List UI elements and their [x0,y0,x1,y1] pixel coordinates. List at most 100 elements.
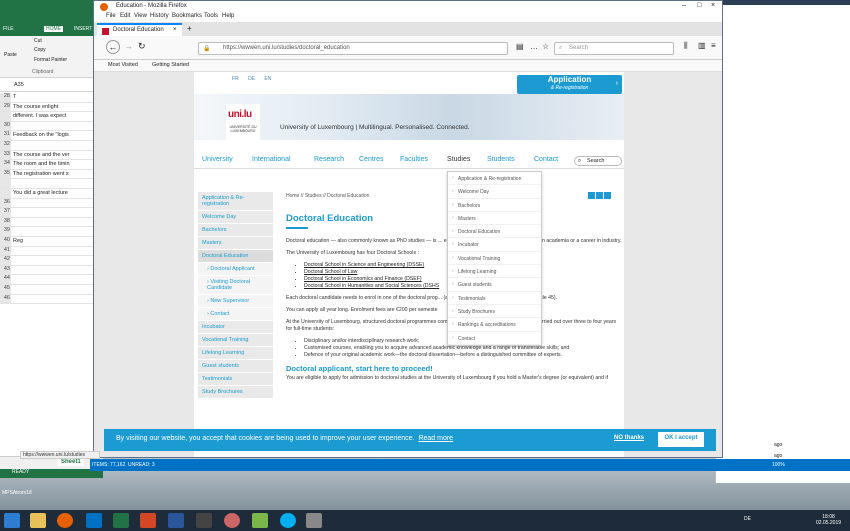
reader-view-icon[interactable]: ▤ [516,42,524,51]
search-input[interactable]: ⌕ Search [554,42,674,55]
excel-row[interactable]: 41 [0,246,103,257]
dropdown-item[interactable]: Application & Re-registration [448,172,541,186]
menu-history[interactable]: History [150,13,169,19]
excel-row[interactable]: You did a great lecture [0,189,103,199]
firefox-taskbar-icon[interactable] [57,513,73,528]
dropdown-item[interactable]: Welcome Day [448,185,541,199]
cell-value[interactable]: The course enlight [13,104,101,110]
url-bar[interactable]: 🔒 https://wwwen.uni.lu/studies/doctoral_… [198,42,508,55]
sidebar-item[interactable]: › Doctoral Applicant [198,263,273,276]
nav-students[interactable]: Students [487,156,515,163]
rss-icon[interactable] [604,192,611,199]
read-more-link[interactable]: Read more [418,435,453,442]
excel-row[interactable]: 30 [0,121,103,132]
excel-row[interactable]: 28 T [0,93,103,103]
dropdown-item[interactable]: Vocational Training [448,252,541,266]
facebook-icon[interactable] [596,192,603,199]
sidebar-item[interactable]: Masters [198,237,273,250]
cell-value[interactable]: different. I was expect [13,113,101,119]
accept-cookies-button[interactable]: OK I accept [658,432,704,447]
sidebar-item[interactable]: Welcome Day [198,211,273,224]
excel-row[interactable] [0,179,103,189]
cell-value[interactable]: Feedback on the "logis [13,132,101,138]
browser-tab[interactable]: Doctoral Education × [97,23,182,36]
name-box[interactable]: A35 [14,82,24,88]
page-actions-icon[interactable]: … [530,42,538,51]
cell-value[interactable]: The registration went s [13,171,101,177]
cell-value[interactable]: You did a great lecture [13,190,101,196]
powerpoint-taskbar-icon[interactable] [140,513,156,528]
excel-row[interactable]: 44 [0,275,103,285]
tab-file[interactable]: FILE [3,26,14,32]
file-explorer-icon[interactable] [30,513,46,528]
tab-close-icon[interactable]: × [173,27,177,33]
sidebar-item[interactable]: Doctoral Education [198,250,273,263]
outlook-taskbar-icon[interactable] [86,513,102,528]
sidebar-item[interactable]: Testimonials [198,373,273,386]
paste-button[interactable]: Paste [4,52,17,58]
cell-value[interactable]: The room and the timin [13,161,101,167]
nav-research[interactable]: Research [314,156,344,163]
maximize-icon[interactable]: □ [697,2,701,9]
excel-row[interactable]: 33 The course and the ver [0,150,103,161]
nav-university[interactable]: University [202,156,233,163]
cut-button[interactable]: Cut [34,38,42,44]
cell-value[interactable]: Reg [13,238,101,244]
library-icon[interactable]: ⫼ [684,41,688,51]
lang-de[interactable]: DE [248,76,255,82]
site-search[interactable]: ⌕ Search [574,156,622,166]
sidebar-item[interactable]: Guest students [198,360,273,373]
new-tab-icon[interactable]: + [187,24,192,33]
nav-faculties[interactable]: Faculties [400,156,428,163]
dropdown-item[interactable]: Contact [448,332,541,345]
app-taskbar-icon[interactable] [196,513,212,528]
dropdown-item[interactable]: Study Brochures [448,305,541,319]
sidebar-item[interactable]: › New Supervisor [198,295,273,308]
excel-row[interactable]: 40 Reg [0,237,103,247]
twitter-icon[interactable] [588,192,595,199]
excel-row[interactable]: 43 [0,265,103,276]
nav-contact[interactable]: Contact [534,156,558,163]
bookmark-star-icon[interactable]: ☆ [542,42,549,51]
dropdown-item[interactable]: Incubator [448,238,541,252]
format-painter-button[interactable]: Format Painter [34,57,67,63]
sidebar-icon[interactable]: ▥ [698,41,706,50]
university-logo[interactable]: uni.lu UNIVERSITÉ DU LUXEMBOURG [226,104,260,140]
tab-home[interactable]: HOME [44,26,63,32]
app2-taskbar-icon[interactable] [224,513,240,528]
cell-value[interactable]: T [13,94,101,100]
menu-edit[interactable]: Edit [120,13,130,19]
excel-row[interactable]: 37 [0,208,103,218]
lang-en[interactable]: EN [264,76,271,82]
menu-tools[interactable]: Tools [204,13,218,19]
app4-taskbar-icon[interactable] [306,513,322,528]
dropdown-item[interactable]: Testimonials [448,292,541,305]
clock[interactable]: 18:08 02.05.2019 [816,514,841,526]
excel-row[interactable]: 38 [0,217,103,228]
input-language[interactable]: DE [744,516,751,522]
excel-row[interactable]: 29 The course enlight [0,102,103,113]
menu-file[interactable]: File [106,13,116,19]
bookmark-getting-started[interactable]: Getting Started [152,62,189,68]
excel-row[interactable]: 32 [0,141,103,151]
excel-row[interactable]: 45 [0,285,103,295]
word-taskbar-icon[interactable] [168,513,184,528]
menu-view[interactable]: View [134,13,147,19]
bookmark-most-visited[interactable]: Most Visited [108,62,138,68]
tab-insert[interactable]: INSERT [74,26,92,32]
reload-icon[interactable]: ↻ [138,41,146,52]
sidebar-item[interactable]: › Contact [198,308,273,321]
forward-icon[interactable]: → [124,41,133,51]
copy-button[interactable]: Copy [34,47,46,53]
app3-taskbar-icon[interactable] [252,513,268,528]
start-icon[interactable] [4,513,20,528]
excel-row[interactable]: 31 Feedback on the "logis [0,131,103,141]
menu-help[interactable]: Help [222,13,234,19]
no-thanks-link[interactable]: NO thanks [614,435,644,441]
excel-row[interactable]: 39 [0,227,103,237]
sidebar-item[interactable]: Incubator [198,321,273,334]
sidebar-item[interactable]: Vocational Training [198,334,273,347]
excel-row[interactable]: 42 [0,256,103,266]
menu-icon[interactable]: ≡ [711,41,716,50]
sidebar-item[interactable]: Bachelors [198,224,273,237]
